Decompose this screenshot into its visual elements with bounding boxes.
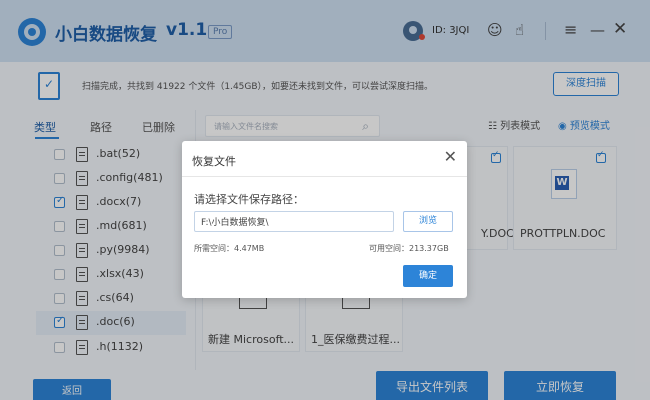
save-path-input[interactable] [194,211,394,232]
save-path-prompt: 请选择文件保存路径： [194,193,304,206]
ok-button[interactable]: 确定 [403,265,453,287]
dialog-divider [182,176,467,177]
free-space-text: 可用空间：213.37GB [369,244,449,253]
required-space-text: 所需空间：4.47MB [194,244,265,253]
dialog-title: 恢复文件 [192,155,236,168]
close-icon[interactable]: ✕ [444,148,457,166]
browse-button[interactable]: 浏览 [403,211,453,232]
recover-file-dialog: 恢复文件 ✕ 请选择文件保存路径： 浏览 所需空间：4.47MB 可用空间：21… [182,141,467,298]
